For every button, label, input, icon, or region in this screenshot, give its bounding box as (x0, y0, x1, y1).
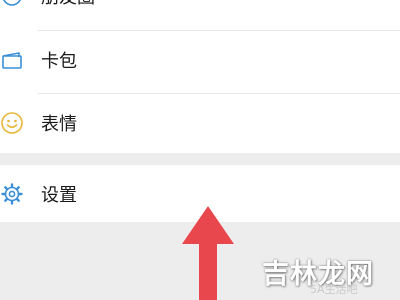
menu-item-card-wallet[interactable]: 卡包 (0, 31, 400, 88)
menu-item-label: 朋友圈 (41, 0, 95, 9)
watermark-sub: 5A生活吧 (310, 283, 358, 296)
menu-item-label: 设置 (41, 184, 77, 206)
menu-item-label: 表情 (41, 113, 77, 135)
annotation-arrow (182, 206, 234, 300)
menu-group-top: 朋友圈 卡包 表情 (0, 0, 400, 153)
gear-icon (1, 182, 23, 205)
emoji-icon (1, 111, 23, 134)
moments-icon (3, 0, 21, 6)
menu-item-label: 卡包 (41, 50, 77, 72)
card-wallet-icon (2, 51, 22, 69)
menu-item-emoji[interactable]: 表情 (0, 94, 400, 151)
menu-item-moments[interactable]: 朋友圈 (0, 0, 400, 24)
